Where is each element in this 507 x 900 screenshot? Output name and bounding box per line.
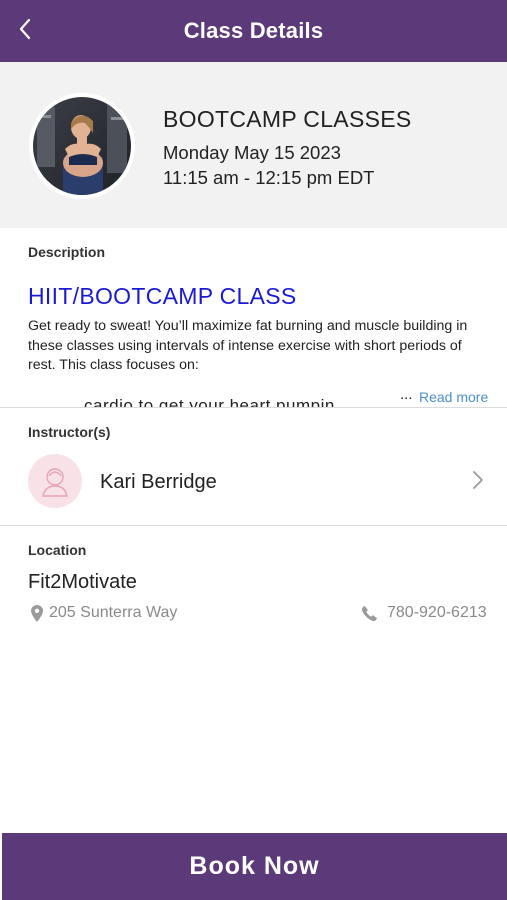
instructor-name: Kari Berridge xyxy=(100,471,217,493)
class-summary: BOOTCAMP CLASSES Monday May 15 2023 11:1… xyxy=(0,62,507,228)
description-text: Get ready to sweat! You’ll maximize fat … xyxy=(28,318,468,373)
read-more-link[interactable]: Read more xyxy=(419,389,488,405)
address-text: 205 Sunterra Way xyxy=(49,604,178,621)
description-heading: HIIT/BOOTCAMP CLASS xyxy=(28,283,297,309)
divider xyxy=(0,525,507,526)
location-address[interactable]: 205 Sunterra Way xyxy=(31,604,177,622)
instructor-avatar xyxy=(28,454,82,508)
description-label: Description xyxy=(28,244,106,260)
location-name: Fit2Motivate xyxy=(28,571,137,593)
map-pin-icon xyxy=(31,604,43,622)
book-now-button[interactable]: Book Now xyxy=(2,833,507,900)
top-bar: Class Details xyxy=(0,0,507,62)
class-photo xyxy=(29,93,135,199)
location-phone[interactable]: 780-920-6213 xyxy=(362,604,487,622)
location-label: Location xyxy=(28,542,87,558)
person-icon xyxy=(42,468,68,497)
back-button[interactable] xyxy=(10,12,40,46)
description-truncated: cardio to get your heart pumpin ... Read… xyxy=(0,374,507,407)
ellipsis: ... xyxy=(400,386,413,403)
class-time: 11:15 am - 12:15 pm EDT xyxy=(163,167,375,188)
phone-icon xyxy=(362,605,377,621)
divider xyxy=(0,407,507,408)
page-title: Class Details xyxy=(183,18,324,43)
chevron-right-icon xyxy=(473,471,483,489)
instructor-label: Instructor(s) xyxy=(28,424,111,440)
description-truncated-line: cardio to get your heart pumpin xyxy=(84,396,335,407)
chevron-left-icon xyxy=(19,18,31,40)
class-photo-image xyxy=(33,97,131,195)
class-date: Monday May 15 2023 xyxy=(163,142,341,163)
instructor-row[interactable]: Kari Berridge xyxy=(0,447,507,517)
class-name: BOOTCAMP CLASSES xyxy=(163,106,412,132)
phone-text: 780-920-6213 xyxy=(387,604,487,621)
